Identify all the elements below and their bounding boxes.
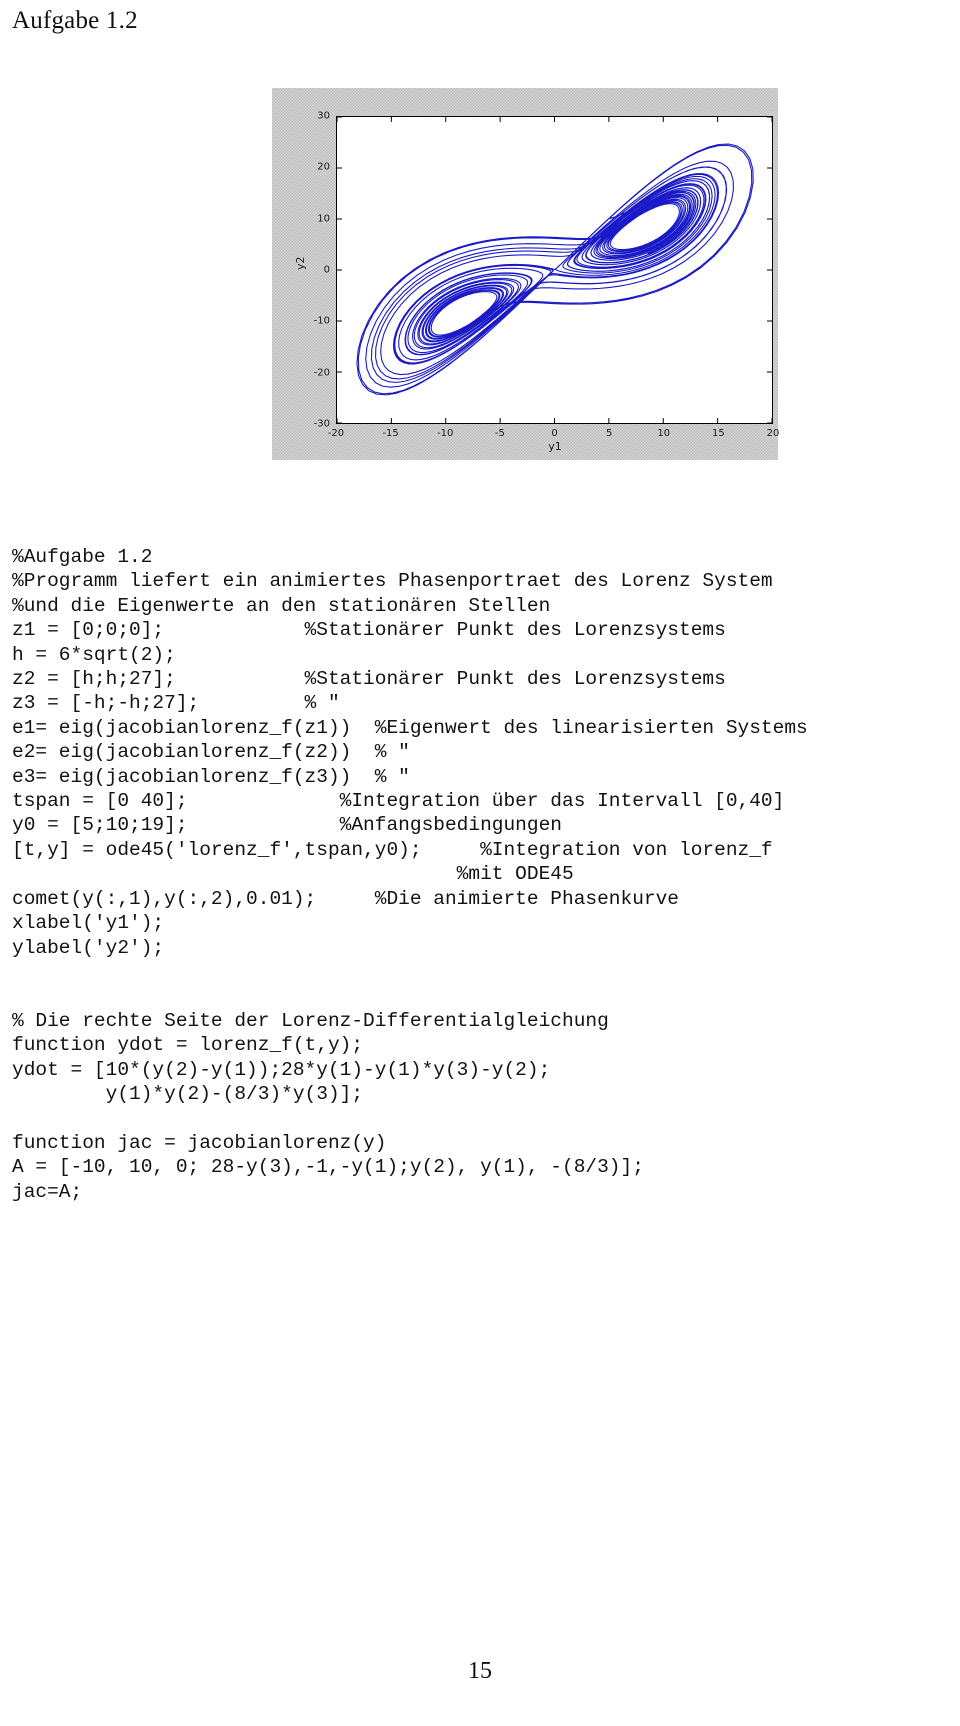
- x-tick-label: -5: [494, 428, 505, 439]
- x-tick-label: 0: [551, 428, 558, 439]
- x-tick-label: -15: [382, 428, 399, 439]
- plot-axes: [336, 116, 773, 424]
- y-tick-label: 20: [317, 161, 330, 173]
- y-tick-label: -30: [313, 418, 330, 430]
- lorenz-trajectory: [356, 143, 754, 396]
- matlab-figure: y2 y1 30 20 10 0 -10 -20 -30 -20 -15 -10 -5 0 5 10 15…: [272, 88, 808, 460]
- code-line: A = [-10, 10, 0; 28-y(3),-1,-y(1);y(2), …: [12, 1156, 644, 1179]
- code-line: z1 = [0;0;0]; %Stationärer Punkt des Lor…: [12, 619, 726, 642]
- code-line: e3= eig(jacobianlorenz_f(z3)) % ": [12, 765, 410, 788]
- code-line: ydot = [10*(y(2)-y(1));28*y(1)-y(1)*y(3)…: [12, 1058, 551, 1081]
- x-tick-label: 10: [657, 428, 671, 439]
- y-tick-label: -10: [313, 315, 330, 327]
- x-tick-label: -20: [327, 428, 345, 439]
- matlab-code-listing: %Aufgabe 1.2 %Programm liefert ein animie…: [12, 545, 942, 1204]
- figure-right-margin: [778, 88, 808, 460]
- code-line: %Programm liefert ein animiertes Phasenp…: [12, 570, 773, 593]
- y-tick-label: 10: [317, 213, 330, 225]
- code-line: function jac = jacobianlorenz(y): [12, 1131, 387, 1154]
- code-line: y0 = [5;10;19]; %Anfangsbedingungen: [12, 814, 562, 837]
- lorenz-attractor-plot: [337, 117, 772, 423]
- code-line: e1= eig(jacobianlorenz_f(z1)) %Eigenwert…: [12, 716, 808, 739]
- x-tick-label: -10: [437, 428, 454, 439]
- page-number: 15: [468, 1658, 492, 1684]
- code-line: y(1)*y(2)-(8/3)*y(3)];: [12, 1082, 364, 1105]
- code-line: [t,y] = ode45('lorenz_f',tspan,y0); %Int…: [12, 838, 773, 861]
- y-tick-label: 30: [317, 110, 330, 122]
- x-tick-label: 5: [605, 428, 613, 439]
- code-line: h = 6*sqrt(2);: [12, 643, 176, 666]
- code-line: z3 = [-h;-h;27]; % ": [12, 692, 340, 715]
- code-line: comet(y(:,1),y(:,2),0.01); %Die animiert…: [12, 887, 680, 910]
- code-line: %Aufgabe 1.2: [12, 546, 153, 568]
- phase-curve: [356, 143, 754, 396]
- x-axis-label-text: y1: [548, 440, 562, 453]
- code-line: tspan = [0 40]; %Integration über das In…: [12, 790, 785, 813]
- page-title: Aufgabe 1.2: [12, 7, 138, 34]
- y-tick-label: 0: [323, 264, 330, 276]
- x-tick-label: 20: [766, 428, 780, 439]
- code-line: z2 = [h;h;27]; %Stationärer Punkt des Lo…: [12, 668, 726, 691]
- code-line: ylabel('y2');: [12, 936, 165, 959]
- code-line: %und die Eigenwerte an den stationären S…: [12, 594, 551, 617]
- axis-ticks: [337, 117, 772, 423]
- x-tick-label: 15: [712, 428, 725, 439]
- code-line: function ydot = lorenz_f(t,y);: [12, 1034, 364, 1057]
- y-tick-label: -20: [313, 367, 330, 379]
- code-line: jac=A;: [12, 1180, 83, 1203]
- code-line: e2= eig(jacobianlorenz_f(z2)) % ": [12, 741, 410, 764]
- code-line: % Die rechte Seite der Lorenz-Differenti…: [12, 1009, 609, 1032]
- code-line: %mit ODE45: [12, 863, 574, 886]
- code-line: xlabel('y1');: [12, 912, 165, 935]
